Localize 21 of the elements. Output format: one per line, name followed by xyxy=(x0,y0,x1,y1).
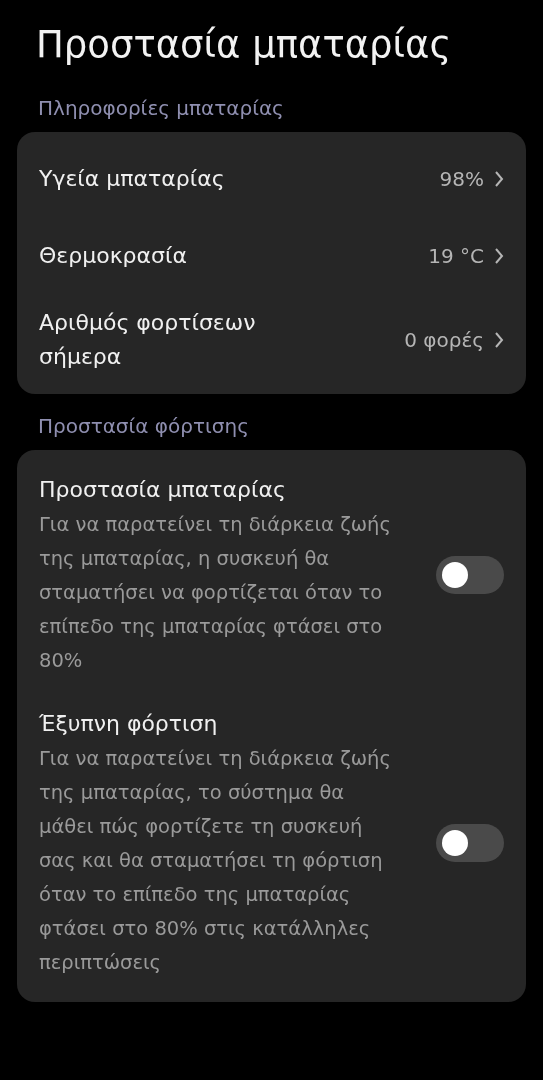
settings-row[interactable]: Θερμοκρασία 19 °C xyxy=(17,217,526,294)
setting-description: Για να παρατείνει τη διάρκεια ζωής της μπαταρίας, το σύστημα θα μάθει πώς φορτίζετε τη συσκευή σας και θα σταματήσει τη φόρτιση όταν το επίπεδο της μπαταρίας φτάσει στο 80% στις κατάλληλες περιπτώσεις xyxy=(39,746,392,976)
toggle-switch[interactable] xyxy=(436,556,504,594)
row-value: 19 °C xyxy=(428,243,484,268)
section-header: Προστασία φόρτισης xyxy=(38,414,250,438)
row-label: Αριθμός φορτίσεων σήμερα xyxy=(39,309,257,371)
section-header: Πληροφορίες μπαταρίας xyxy=(38,96,285,120)
chevron-right-icon xyxy=(494,246,504,265)
row-value: 98% xyxy=(439,166,484,191)
row-label: Υγεία μπαταρίας xyxy=(39,164,226,193)
setting-title: Προστασία μπαταρίας xyxy=(39,476,287,504)
setting-title: Έξυπνη φόρτιση xyxy=(39,710,219,738)
setting-description: Για να παρατείνει τη διάρκεια ζωής της μπαταρίας, η συσκευή θα σταματήσει να φορτίζεται όταν το επίπεδο της μπαταρίας φτάσει στο 80% xyxy=(39,512,392,674)
settings-row[interactable]: Αριθμός φορτίσεων σήμερα 0 φορές xyxy=(17,294,526,386)
settings-row[interactable]: Υγεία μπαταρίας 98% xyxy=(17,140,526,217)
chevron-right-icon xyxy=(494,331,504,349)
page-title: Προστασία μπαταρίας xyxy=(36,22,453,68)
chevron-right-icon xyxy=(494,169,504,188)
row-value: 0 φορές xyxy=(404,328,484,352)
toggle-switch[interactable] xyxy=(436,824,504,862)
row-label: Θερμοκρασία xyxy=(39,241,188,270)
